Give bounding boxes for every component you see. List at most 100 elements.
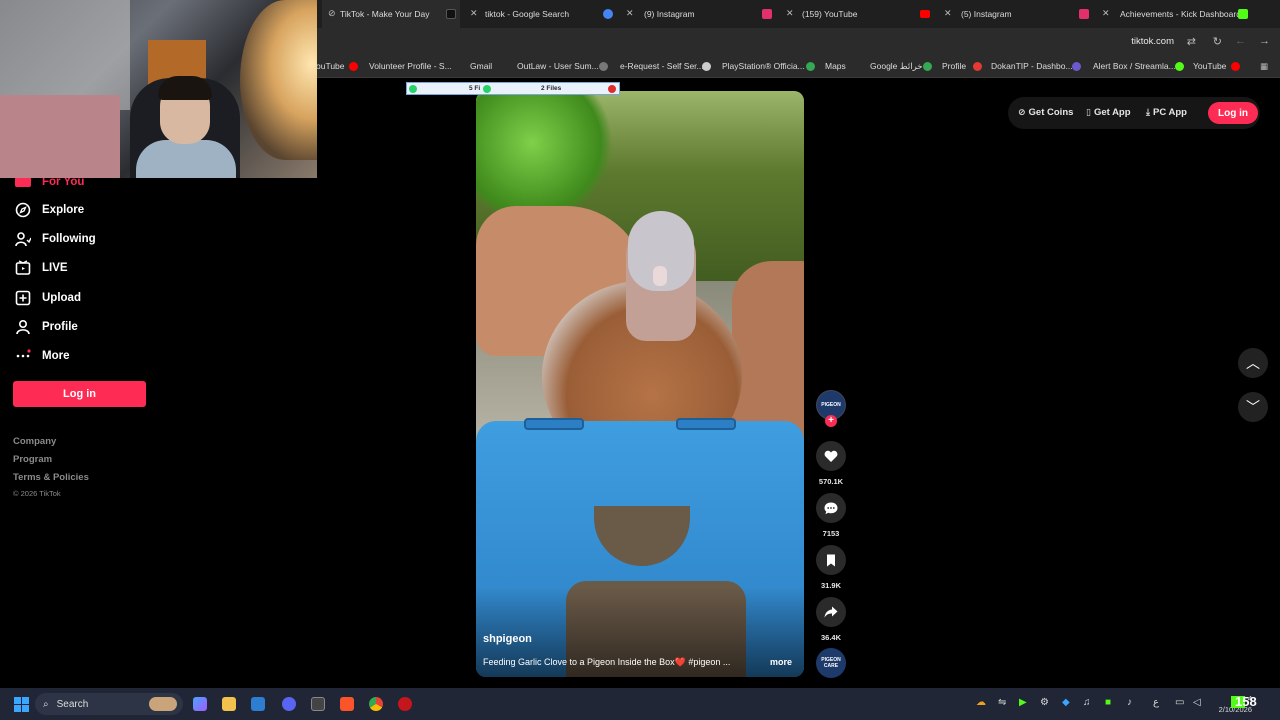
close-icon[interactable] — [608, 85, 616, 93]
dokantip-icon — [1072, 62, 1081, 71]
reload-icon[interactable]: ↻ — [1213, 35, 1222, 48]
tab-kick-dashboard[interactable]: ✕ Achievements - Kick Dashboard — [1098, 0, 1258, 28]
download-icon: ⤓ — [1146, 107, 1150, 117]
url-text[interactable]: tiktok.com — [1131, 36, 1174, 47]
video-username[interactable]: shpigeon — [483, 633, 532, 645]
file-explorer-icon[interactable] — [222, 697, 236, 711]
microphone-icon[interactable]: ♪ — [1127, 697, 1132, 708]
tray-arrows-icon[interactable]: ⇋ — [998, 697, 1006, 708]
chevron-down-icon: ﹀ — [1246, 399, 1260, 415]
widgets-icon[interactable] — [193, 697, 207, 711]
instagram-favicon-icon — [762, 9, 772, 19]
webcam-bed — [0, 95, 120, 178]
video-player[interactable]: shpigeon Feeding Garlic Clove to a Pigeo… — [476, 91, 804, 677]
nvidia-icon[interactable]: ■ — [1105, 697, 1111, 708]
get-app-label: Get App — [1093, 107, 1131, 118]
whatsapp-icon — [409, 85, 417, 93]
tab-instagram-9[interactable]: ✕ (9) Instagram — [622, 0, 777, 28]
webcam-person-body — [136, 140, 236, 178]
app-red-icon[interactable] — [398, 697, 412, 711]
heart-icon[interactable] — [816, 441, 846, 471]
bookmark-gmail[interactable]: Gmail — [470, 61, 492, 71]
bookmark-profile[interactable]: Profile — [942, 61, 966, 71]
comment-action[interactable]: 7153 — [816, 493, 846, 538]
bookmark-dokantip[interactable]: DokanTIP - Dashbo... — [991, 61, 1073, 71]
sidebar-item-more[interactable]: More — [15, 344, 69, 368]
language-icon[interactable]: ع — [1153, 697, 1159, 708]
pc-app-button[interactable]: ⤓ PC App — [1146, 107, 1187, 118]
tab-instagram-5[interactable]: ✕ (5) Instagram — [940, 0, 1095, 28]
download-widget[interactable]: 5 Fi 2 Files — [406, 82, 620, 95]
taskbar-search[interactable]: ⌕ Search — [35, 693, 183, 715]
tray-play-icon[interactable]: ▶ — [1019, 697, 1027, 708]
bookmark-icon[interactable] — [816, 545, 846, 575]
footer-link-terms[interactable]: Terms & Policies — [13, 472, 89, 483]
copyright-text: © 2026 TikTok — [13, 489, 61, 498]
share-icon[interactable] — [816, 597, 846, 627]
music-disc[interactable]: PIGEON CARE — [816, 648, 846, 678]
forward-icon[interactable]: → — [1259, 35, 1270, 47]
sidebar-item-following[interactable]: Following — [15, 227, 96, 251]
volume-icon[interactable]: ◁ — [1193, 697, 1201, 708]
sidebar-item-explore[interactable]: Explore — [15, 198, 84, 222]
sidebar-item-profile[interactable]: Profile — [15, 315, 78, 339]
discord-icon[interactable] — [282, 697, 296, 711]
obs-icon[interactable] — [311, 697, 325, 711]
headphones-icon[interactable]: ♫ — [1083, 697, 1091, 708]
windows-start-icon[interactable] — [14, 697, 29, 712]
bookmark-playstation[interactable]: PlayStation® Officia... — [722, 61, 805, 71]
chrome-icon[interactable] — [369, 697, 383, 711]
bookmark-youtube[interactable]: ouTube — [316, 61, 345, 71]
store-icon[interactable] — [251, 697, 265, 711]
tab-title: (159) YouTube — [802, 9, 858, 19]
follow-plus-icon[interactable]: + — [825, 415, 837, 427]
tab-google-search[interactable]: ✕ tiktok - Google Search — [462, 0, 617, 28]
sidebar-item-label: Following — [42, 233, 96, 245]
bookmark-maps[interactable]: Maps — [825, 61, 846, 71]
apps-grid-icon[interactable]: ▦ — [1260, 61, 1268, 72]
bookmark-alertbox[interactable]: Alert Box / Streamla... — [1093, 61, 1176, 71]
music-disc-text: PIGEON CARE — [821, 657, 841, 669]
brave-icon[interactable] — [340, 697, 354, 711]
bookmark-volunteer[interactable]: Volunteer Profile - S... — [369, 61, 452, 71]
share-action[interactable]: 36.4K — [816, 597, 846, 642]
search-icon: ⌕ — [43, 698, 49, 710]
screen: ⊘ TikTok - Make Your Day ✕ tiktok - Goog… — [0, 0, 1280, 720]
next-video-button[interactable]: ﹀ — [1238, 392, 1268, 422]
sidebar-item-upload[interactable]: Upload — [15, 286, 81, 310]
bookmark-google-maps[interactable]: Google خرائط — [870, 61, 923, 72]
caption-more-link[interactable]: more — [770, 657, 792, 667]
sidebar-item-label: Upload — [42, 292, 81, 304]
close-tab-icon[interactable]: ✕ — [1102, 8, 1110, 19]
get-app-button[interactable]: ▯ Get App — [1086, 107, 1131, 118]
tray-app-icon[interactable]: ◆ — [1062, 697, 1070, 708]
tray-cloud-icon[interactable]: ☁ — [976, 697, 986, 708]
footer-link-program[interactable]: Program — [13, 454, 52, 465]
previous-video-button[interactable]: ︿ — [1238, 348, 1268, 378]
bookmarks-bar: ouTube Volunteer Profile - S... Gmail Ou… — [316, 56, 1280, 78]
bookmark-outlaw[interactable]: OutLaw - User Sum... — [517, 61, 599, 71]
site-settings-icon[interactable]: ⇄ — [1187, 35, 1196, 48]
tray-settings-icon[interactable]: ⚙ — [1040, 697, 1049, 708]
network-icon[interactable]: ▭ — [1175, 697, 1184, 708]
tab-tiktok[interactable]: ⊘ TikTok - Make Your Day — [322, 0, 460, 28]
footer-link-company[interactable]: Company — [13, 436, 56, 447]
like-action[interactable]: 570.1K — [816, 441, 846, 486]
sidebar-login-button[interactable]: Log in — [13, 381, 146, 407]
close-tab-icon[interactable]: ✕ — [944, 8, 952, 19]
back-icon[interactable]: ← — [1235, 35, 1246, 47]
sidebar-item-live[interactable]: LIVE — [15, 256, 68, 280]
google-favicon-icon — [603, 9, 613, 19]
save-action[interactable]: 31.9K — [816, 545, 846, 590]
tab-youtube[interactable]: ✕ (159) YouTube — [782, 0, 937, 28]
bookmark-erequest[interactable]: e-Request - Self Ser... — [620, 61, 704, 71]
live-icon — [15, 260, 31, 276]
close-tab-icon[interactable]: ✕ — [470, 8, 478, 19]
close-tab-icon[interactable]: ✕ — [786, 8, 794, 19]
bookmark-youtube-2[interactable]: YouTube — [1193, 61, 1226, 71]
comment-icon[interactable] — [816, 493, 846, 523]
get-coins-button[interactable]: ⊘ Get Coins — [1018, 107, 1073, 118]
close-tab-icon[interactable]: ✕ — [626, 8, 634, 19]
youtube-icon — [1231, 62, 1240, 71]
header-login-button[interactable]: Log in — [1208, 102, 1258, 124]
